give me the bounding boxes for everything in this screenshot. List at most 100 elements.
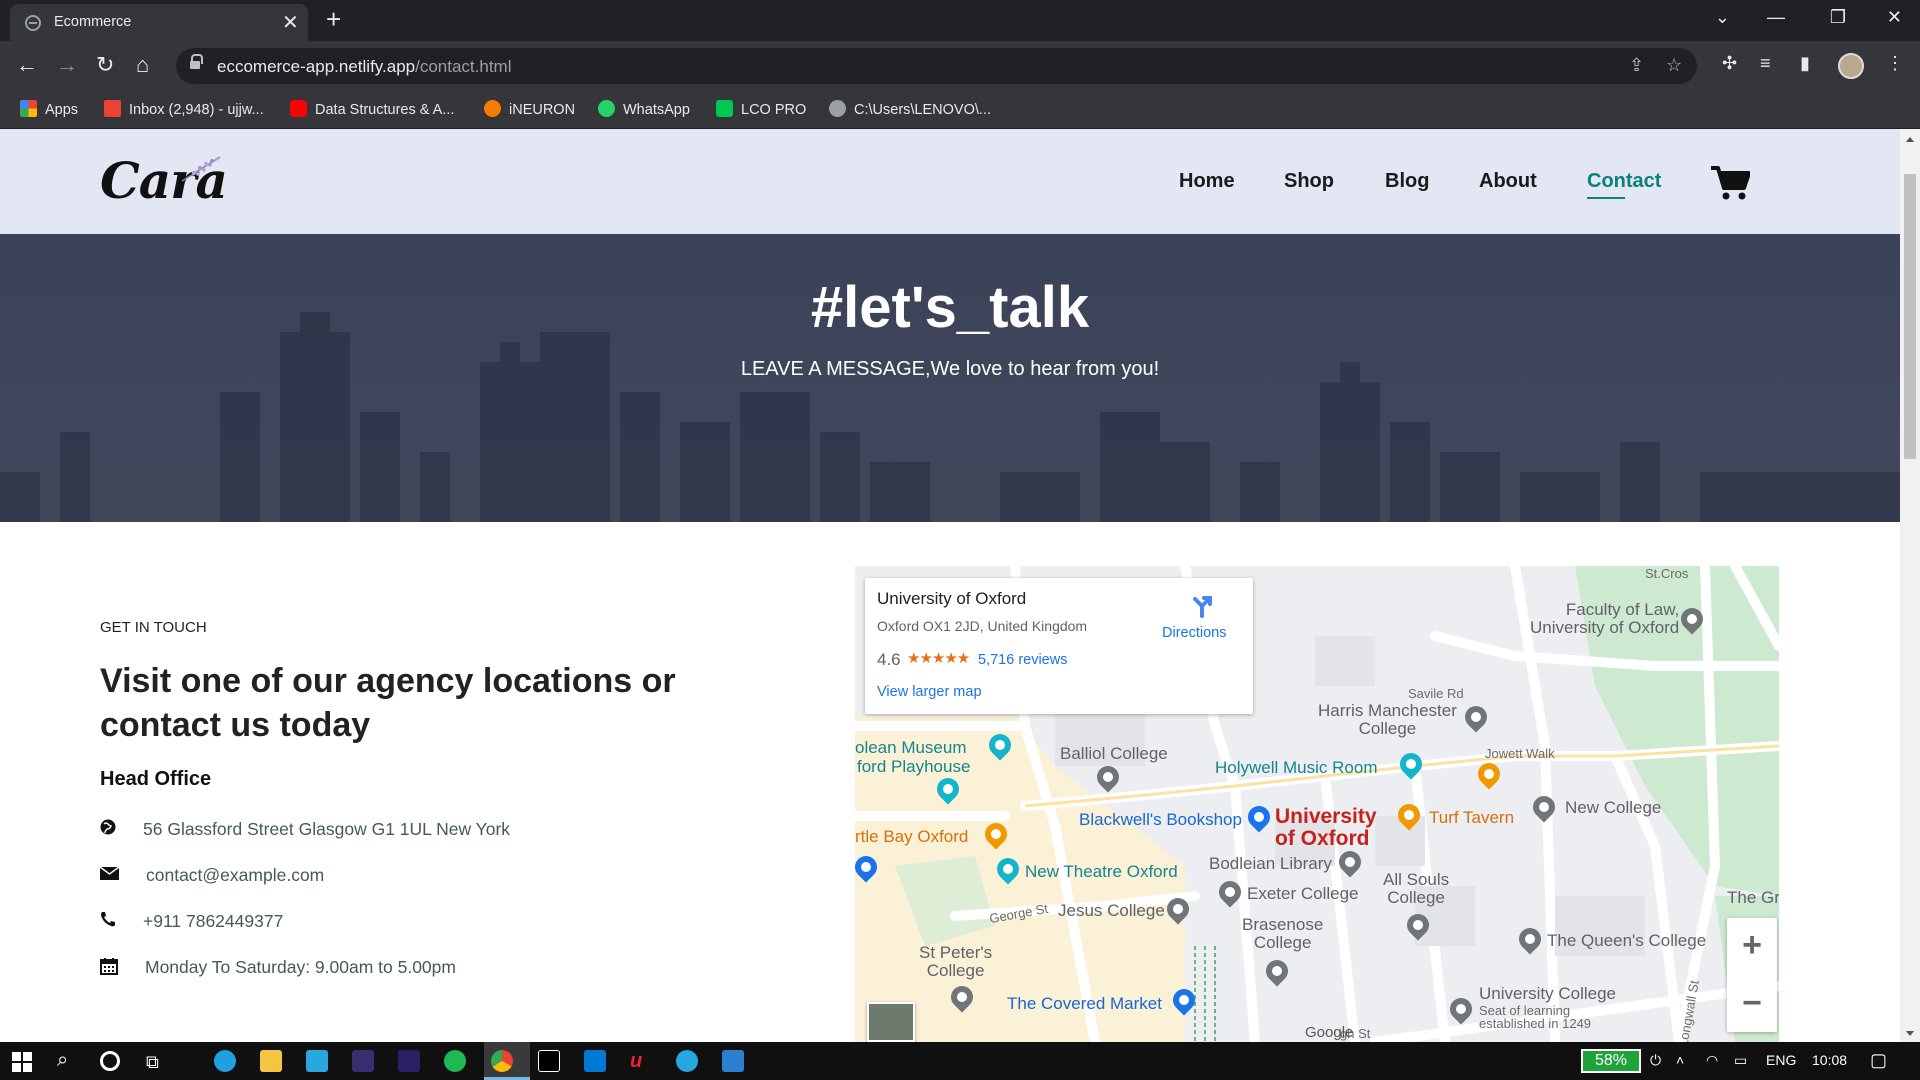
map-label-st-peters[interactable]: St Peter's College [919, 944, 992, 980]
edge-icon[interactable] [214, 1050, 236, 1072]
nav-home[interactable]: Home [1179, 170, 1235, 193]
zoom-out-button[interactable]: − [1727, 978, 1777, 1028]
map-label-jowett: Jowett Walk [1485, 746, 1555, 761]
task-view-icon[interactable]: ⧉ [146, 1052, 159, 1073]
show-hidden-icons-chevron[interactable]: ˄ [1676, 1052, 1684, 1068]
nav-shop[interactable]: Shop [1284, 170, 1334, 193]
extensions-icon[interactable]: ✣ [1722, 53, 1737, 74]
unacademy-icon[interactable]: u [630, 1050, 652, 1072]
lco-icon [716, 100, 733, 117]
map-label-harris[interactable]: Harris Manchester College [1318, 702, 1457, 738]
reviews-link[interactable]: 5,716 reviews [978, 652, 1067, 668]
nav-blog[interactable]: Blog [1385, 170, 1429, 193]
map-label-jesus[interactable]: Jesus College [1058, 901, 1165, 921]
menu-icon[interactable]: ⋮ [1886, 53, 1904, 74]
browser-tab-strip: Ecommerce ✕ + ⌄ — ❐ ✕ [0, 0, 1920, 41]
bookmark-local-file[interactable]: C:\Users\LENOVO\... [829, 100, 991, 118]
nav-about[interactable]: About [1479, 170, 1537, 193]
bookmark-lco[interactable]: LCO PRO [716, 100, 806, 118]
premiere-icon[interactable] [352, 1050, 374, 1072]
map-label-grove[interactable]: The Grov [1727, 888, 1779, 908]
address-bar[interactable]: eccomerce-app.netlify.app/contact.html ⇪… [176, 48, 1697, 84]
back-icon[interactable]: ← [16, 51, 38, 79]
wifi-icon[interactable]: ◠ [1706, 1052, 1718, 1069]
search-icon[interactable]: ⌕ [57, 1049, 68, 1072]
home-icon[interactable]: ⌂ [136, 51, 149, 79]
file-explorer-icon[interactable] [260, 1050, 282, 1072]
media-control-icon[interactable]: ≡ [1760, 53, 1771, 74]
scroll-up-arrow-icon[interactable] [1906, 137, 1914, 142]
bookmark-apps[interactable]: Apps [20, 100, 78, 118]
page-scrollbar[interactable] [1900, 129, 1920, 1042]
battery-icon[interactable]: ▭ [1734, 1052, 1747, 1069]
map-label-university-of-oxford[interactable]: University of Oxford [1275, 806, 1377, 850]
satellite-toggle-thumbnail[interactable] [867, 1002, 915, 1042]
map-label-faculty-law[interactable]: Faculty of Law, University of Oxford [1530, 601, 1679, 637]
calendar-icon [100, 957, 120, 977]
map-label-turf[interactable]: Turf Tavern [1429, 808, 1514, 828]
map-label-new-college[interactable]: New College [1565, 798, 1661, 818]
map-label-savile-rd: Savile Rd [1408, 686, 1464, 701]
language-indicator[interactable]: ENG [1766, 1052, 1796, 1068]
bookmark-star-icon[interactable]: ☆ [1666, 55, 1682, 76]
map-label-turtle-bay[interactable]: rtle Bay Oxford [855, 827, 968, 847]
bookmark-gmail[interactable]: Inbox (2,948) - ujjw... [104, 100, 264, 118]
map-label-new-theatre[interactable]: New Theatre Oxford [1025, 862, 1178, 882]
map-label-queens[interactable]: The Queen's College [1547, 931, 1706, 951]
profile-avatar[interactable] [1838, 53, 1864, 79]
map-label-brasenose[interactable]: Brasenose College [1242, 916, 1323, 952]
forward-icon[interactable]: → [56, 51, 78, 79]
tab-title: Ecommerce [54, 14, 132, 30]
map-label-all-souls[interactable]: All Souls College [1383, 871, 1449, 907]
after-effects-icon[interactable] [398, 1050, 420, 1072]
new-tab-button[interactable]: + [326, 4, 341, 34]
browser-tab[interactable]: Ecommerce ✕ [10, 4, 308, 41]
shopping-cart-icon[interactable] [1710, 165, 1750, 201]
chrome-icon[interactable] [491, 1050, 513, 1072]
close-tab-icon[interactable]: ✕ [282, 10, 299, 35]
intellij-icon[interactable] [538, 1050, 560, 1072]
bookmark-whatsapp[interactable]: WhatsApp [598, 100, 690, 118]
globe-icon [829, 100, 846, 117]
map-label-covered-market[interactable]: The Covered Market [1007, 994, 1162, 1014]
notifications-icon[interactable]: ▢ [1870, 1050, 1887, 1071]
minimize-button[interactable]: — [1767, 7, 1785, 28]
head-office-heading: Head Office [100, 768, 212, 790]
whatsapp-icon [598, 100, 615, 117]
view-larger-map-link[interactable]: View larger map [877, 684, 982, 700]
map-label-univ-college[interactable]: University College [1479, 984, 1616, 1004]
map-label-balliol[interactable]: Balliol College [1060, 744, 1168, 764]
directions-icon[interactable] [1190, 594, 1214, 618]
side-panel-icon[interactable]: ▮ [1800, 53, 1810, 74]
scroll-down-arrow-icon[interactable] [1906, 1031, 1914, 1036]
scrollbar-thumb[interactable] [1904, 174, 1916, 459]
windows-start-icon[interactable] [12, 1052, 32, 1072]
map-label-holywell[interactable]: Holywell Music Room [1215, 758, 1377, 778]
directions-link[interactable]: Directions [1162, 625, 1226, 641]
nav-contact[interactable]: Contact [1587, 170, 1661, 193]
close-window-button[interactable]: ✕ [1887, 7, 1902, 28]
cortana-icon[interactable] [100, 1051, 120, 1071]
map-label-playhouse[interactable]: ford Playhouse [857, 757, 970, 777]
bookmark-ineuron[interactable]: iNEURON [484, 100, 575, 118]
share-icon[interactable]: ⇪ [1629, 55, 1644, 76]
spotify-icon[interactable] [444, 1050, 466, 1072]
map-label-ashmolean[interactable]: olean Museum [855, 738, 967, 758]
bookmark-youtube[interactable]: Data Structures & A... [290, 100, 454, 118]
lco-app-icon[interactable] [306, 1050, 328, 1072]
vscode-icon[interactable] [584, 1050, 606, 1072]
battery-indicator[interactable]: 58% [1581, 1049, 1641, 1073]
restore-button[interactable]: ❐ [1830, 7, 1846, 28]
chat-app-icon[interactable] [676, 1050, 698, 1072]
embedded-google-map[interactable]: St.Cros Faculty of Law, University of Ox… [855, 566, 1779, 1042]
map-label-blackwells[interactable]: Blackwell's Bookshop [1079, 810, 1242, 830]
tab-search-icon[interactable]: ⌄ [1715, 7, 1730, 28]
clock[interactable]: 10:08 [1812, 1052, 1847, 1068]
photos-icon[interactable] [722, 1050, 744, 1072]
map-label-bodleian[interactable]: Bodleian Library [1209, 854, 1332, 874]
zoom-in-button[interactable]: + [1727, 920, 1777, 970]
apps-grid-icon [20, 100, 37, 117]
bookmarks-bar: Apps Inbox (2,948) - ujjw... Data Struct… [0, 91, 1920, 129]
reload-icon[interactable]: ↻ [96, 51, 114, 79]
map-label-exeter[interactable]: Exeter College [1247, 884, 1359, 904]
